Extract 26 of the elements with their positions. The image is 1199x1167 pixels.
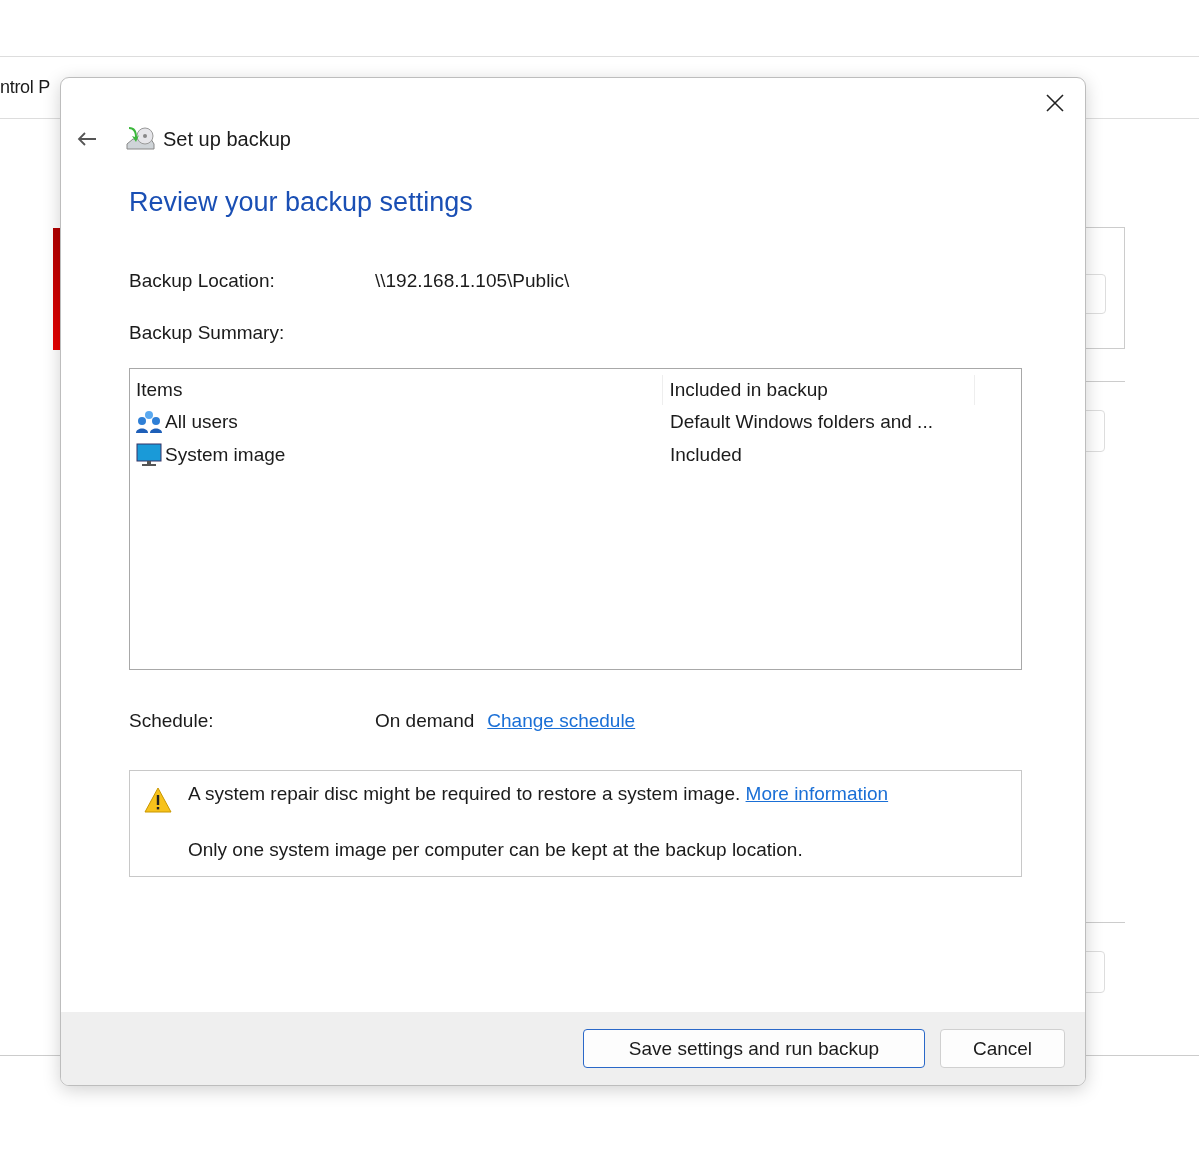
page-heading: Review your backup settings bbox=[129, 187, 474, 218]
back-icon[interactable] bbox=[77, 131, 97, 147]
cancel-button[interactable]: Cancel bbox=[940, 1029, 1065, 1068]
field-value: On demand bbox=[375, 710, 475, 732]
table-cell: System image bbox=[165, 443, 286, 466]
more-information-link[interactable]: More information bbox=[745, 783, 889, 804]
warning-note: Only one system image per computer can be kept at the backup location. bbox=[188, 839, 804, 861]
dialog-title: Set up backup bbox=[163, 127, 291, 151]
warning-text: A system repair disc might be required to restore a system image. More information bbox=[188, 783, 889, 805]
field-label: Schedule: bbox=[129, 710, 215, 732]
save-button[interactable]: Save settings and run backup bbox=[583, 1029, 925, 1068]
column-header[interactable]: Included in backup bbox=[662, 375, 975, 405]
field-label: Backup Location: bbox=[129, 270, 276, 292]
column-header[interactable]: Items bbox=[136, 379, 663, 401]
field-value: \\192.168.1.105\Public\ bbox=[375, 270, 570, 292]
backup-drive-icon bbox=[125, 125, 155, 153]
change-schedule-link[interactable]: Change schedule bbox=[487, 710, 636, 732]
table-cell: All users bbox=[165, 410, 238, 433]
users-icon bbox=[136, 409, 162, 434]
breadcrumb: ntrol P bbox=[0, 77, 50, 98]
table-cell-text: Default Windows folders and ... bbox=[669, 410, 934, 433]
field-label: Backup Summary: bbox=[129, 322, 285, 344]
close-icon[interactable] bbox=[1045, 93, 1065, 113]
warning-icon bbox=[144, 787, 172, 813]
table-cell-text: Included bbox=[669, 443, 743, 466]
monitor-icon bbox=[136, 442, 162, 467]
